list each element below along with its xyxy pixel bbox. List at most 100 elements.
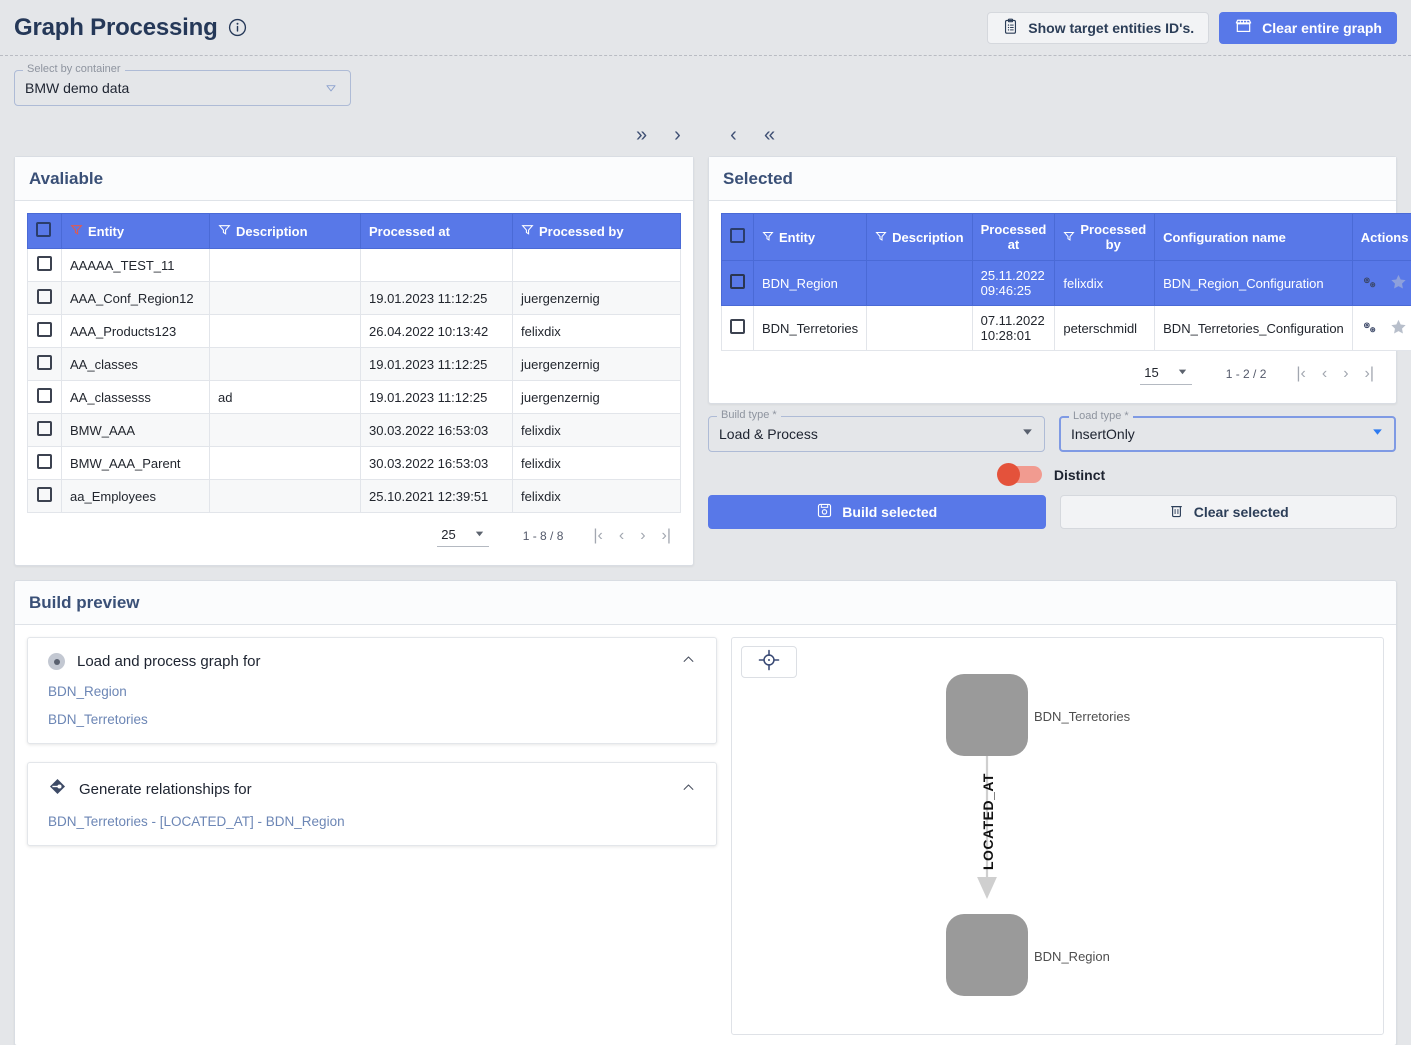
chevron-up-icon[interactable] xyxy=(681,652,696,671)
last-page-button[interactable]: ›| xyxy=(1365,366,1374,382)
available-page-size-select[interactable]: 25 xyxy=(437,525,489,547)
table-row[interactable]: AAA_Conf_Region12 19.01.2023 11:12:25 ju… xyxy=(27,281,681,315)
clear-selected-button[interactable]: Clear selected xyxy=(1059,495,1397,529)
gears-icon[interactable] xyxy=(1361,276,1384,294)
chevron-up-icon[interactable] xyxy=(681,780,696,799)
table-row[interactable]: aa_Employees 25.10.2021 12:39:51 felixdi… xyxy=(27,479,681,513)
fit-view-button[interactable] xyxy=(741,646,797,678)
graph-node[interactable] xyxy=(946,914,1028,996)
row-checkbox-cell[interactable] xyxy=(721,260,754,306)
row-checkbox[interactable] xyxy=(730,319,745,334)
info-circle-icon[interactable] xyxy=(228,18,247,37)
cell-processed-by xyxy=(512,248,681,282)
filter-icon-entity[interactable] xyxy=(70,223,83,239)
row-checkbox[interactable] xyxy=(37,355,52,370)
row-checkbox-cell[interactable] xyxy=(27,413,62,447)
star-icon[interactable] xyxy=(1389,319,1408,339)
available-col-entity[interactable]: Entity xyxy=(61,213,210,249)
move-right-button[interactable]: › xyxy=(663,120,693,150)
show-target-entities-ids-button[interactable]: Show target entities ID's. xyxy=(987,11,1210,44)
filter-icon-description[interactable] xyxy=(875,230,887,245)
row-checkbox-cell[interactable] xyxy=(27,281,62,315)
next-page-button[interactable]: › xyxy=(640,528,645,544)
prev-page-button[interactable]: ‹ xyxy=(619,528,624,544)
selected-column: Selected Entity Description Processed at… xyxy=(708,156,1411,529)
select-all-checkbox[interactable] xyxy=(730,228,745,243)
gears-icon[interactable] xyxy=(1361,321,1384,339)
selected-col-processed-by[interactable]: Processed by xyxy=(1054,213,1156,261)
row-checkbox-cell[interactable] xyxy=(27,314,62,348)
list-item[interactable]: BDN_Region xyxy=(48,684,696,699)
distinct-toggle[interactable] xyxy=(996,463,1042,486)
table-row[interactable]: AA_classesss ad 19.01.2023 11:12:25 juer… xyxy=(27,380,681,414)
available-col-processed-by[interactable]: Processed by xyxy=(512,213,681,249)
table-row[interactable]: BDN_Region 25.11.2022 09:46:25 felixdix … xyxy=(721,260,1411,306)
table-row[interactable]: AAAAA_TEST_11 xyxy=(27,248,681,282)
cell-processed-at: 25.11.2022 09:46:25 xyxy=(971,260,1056,306)
row-checkbox-cell[interactable] xyxy=(721,305,754,351)
filter-icon-entity[interactable] xyxy=(762,230,774,245)
row-checkbox-cell[interactable] xyxy=(27,446,62,480)
list-item[interactable]: BDN_Terretories xyxy=(48,712,696,727)
page-header: Graph Processing Show target entities ID… xyxy=(0,0,1411,56)
last-page-button[interactable]: ›| xyxy=(662,528,671,544)
filter-icon-processed-by[interactable] xyxy=(521,223,534,239)
row-checkbox[interactable] xyxy=(37,289,52,304)
selected-col-processed-at[interactable]: Processed at xyxy=(971,213,1056,261)
selected-page-size-select[interactable]: 15 xyxy=(1140,363,1192,385)
row-checkbox[interactable] xyxy=(37,487,52,502)
cell-processed-by: juergenzernig xyxy=(512,281,681,315)
graph-node[interactable] xyxy=(946,674,1028,756)
available-col-processed-at[interactable]: Processed at xyxy=(360,213,513,249)
row-checkbox-cell[interactable] xyxy=(27,479,62,513)
prev-page-button[interactable]: ‹ xyxy=(1322,366,1327,382)
chevron-down-icon[interactable] xyxy=(474,528,485,542)
chevron-down-icon[interactable] xyxy=(1177,366,1188,380)
chevron-down-icon[interactable] xyxy=(1021,425,1034,443)
selected-select-all-header[interactable] xyxy=(721,213,754,261)
move-all-left-button[interactable]: « xyxy=(755,120,785,150)
table-row[interactable]: AA_classes 19.01.2023 11:12:25 juergenze… xyxy=(27,347,681,381)
next-page-button[interactable]: › xyxy=(1343,366,1348,382)
row-checkbox-cell[interactable] xyxy=(27,380,62,414)
row-checkbox[interactable] xyxy=(37,454,52,469)
select-by-container-field[interactable]: Select by container BMW demo data xyxy=(14,63,351,106)
first-page-button[interactable]: |‹ xyxy=(593,528,602,544)
available-col-description[interactable]: Description xyxy=(209,213,361,249)
load-process-card-header[interactable]: Load and process graph for xyxy=(48,652,696,671)
clear-entire-graph-button[interactable]: Clear entire graph xyxy=(1219,11,1397,44)
selected-col-description[interactable]: Description xyxy=(866,213,973,261)
table-row[interactable]: AAA_Products123 26.04.2022 10:13:42 feli… xyxy=(27,314,681,348)
move-left-button[interactable]: ‹ xyxy=(719,120,749,150)
selected-col-configuration-name[interactable]: Configuration name xyxy=(1154,213,1353,261)
filter-icon-description[interactable] xyxy=(218,223,231,239)
load-type-field[interactable]: Load type * InsertOnly xyxy=(1059,410,1396,452)
row-checkbox-cell[interactable] xyxy=(27,248,62,282)
row-checkbox[interactable] xyxy=(37,421,52,436)
first-page-button[interactable]: |‹ xyxy=(1296,366,1305,382)
generate-relationships-card: Generate relationships for BDN_Terretori… xyxy=(27,762,717,846)
selected-col-description-label: Description xyxy=(892,229,964,245)
star-icon[interactable] xyxy=(1389,274,1408,294)
list-item[interactable]: BDN_Terretories - [LOCATED_AT] - BDN_Reg… xyxy=(48,814,696,829)
table-row[interactable]: BMW_AAA 30.03.2022 16:53:03 felixdix xyxy=(27,413,681,447)
row-checkbox-cell[interactable] xyxy=(27,347,62,381)
row-checkbox[interactable] xyxy=(37,256,52,271)
cell-processed-at: 07.11.2022 10:28:01 xyxy=(971,305,1056,351)
table-row[interactable]: BMW_AAA_Parent 30.03.2022 16:53:03 felix… xyxy=(27,446,681,480)
build-selected-button[interactable]: Build selected xyxy=(708,495,1046,529)
generate-relationships-card-header[interactable]: Generate relationships for xyxy=(48,777,696,801)
chevron-down-icon[interactable] xyxy=(1371,425,1384,443)
row-checkbox[interactable] xyxy=(37,322,52,337)
table-row[interactable]: BDN_Terretories 07.11.2022 10:28:01 pete… xyxy=(721,305,1411,351)
filter-icon-processed-by[interactable] xyxy=(1063,230,1075,245)
build-type-field[interactable]: Build type * Load & Process xyxy=(708,409,1045,452)
row-checkbox[interactable] xyxy=(37,388,52,403)
graph-canvas[interactable]: BDN_Terretories LOCATED_AT BDN_Region xyxy=(731,637,1384,1035)
available-select-all-header[interactable] xyxy=(27,213,62,249)
move-all-right-button[interactable]: » xyxy=(627,120,657,150)
selected-col-entity[interactable]: Entity xyxy=(752,213,868,261)
cell-entity: AAA_Conf_Region12 xyxy=(61,281,210,315)
row-checkbox[interactable] xyxy=(730,274,745,289)
select-all-checkbox[interactable] xyxy=(36,222,51,237)
